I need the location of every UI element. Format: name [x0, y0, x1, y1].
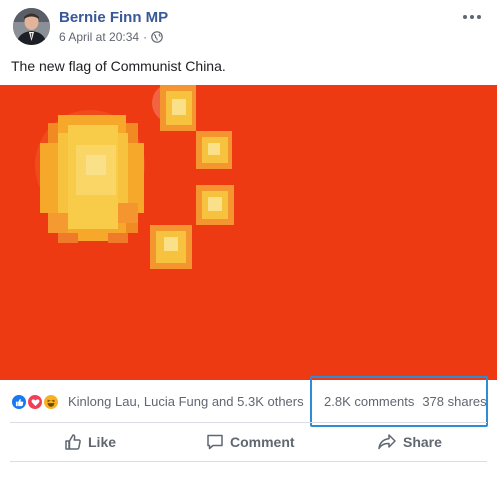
share-label: Share	[403, 434, 442, 450]
thumbs-up-icon	[65, 434, 81, 450]
action-bar: Like Comment Share	[0, 423, 497, 461]
like-label: Like	[88, 434, 117, 450]
facebook-post: Bernie Finn MP 6 April at 20:34 · The ne…	[0, 0, 497, 478]
actions-divider-bottom	[10, 461, 487, 462]
haha-reaction-icon	[42, 393, 60, 411]
globe-icon[interactable]	[151, 31, 163, 43]
more-options-icon[interactable]	[461, 10, 483, 24]
like-button[interactable]: Like	[64, 423, 116, 461]
stats-highlight-box	[310, 376, 488, 427]
author-avatar[interactable]	[13, 8, 50, 45]
reaction-icons[interactable]	[10, 393, 66, 411]
reactors-text[interactable]: Kinlong Lau, Lucia Fung and 5.3K others	[68, 394, 304, 409]
post-image[interactable]	[0, 85, 497, 380]
love-reaction-icon	[26, 393, 44, 411]
comment-label: Comment	[230, 434, 295, 450]
post-meta: 6 April at 20:34 ·	[59, 30, 163, 44]
author-name[interactable]: Bernie Finn MP	[59, 9, 168, 26]
comment-icon	[207, 434, 223, 450]
like-reaction-icon	[10, 393, 28, 411]
post-caption: The new flag of Communist China.	[11, 58, 226, 74]
share-arrow-icon	[378, 434, 396, 450]
meta-separator: ·	[143, 30, 148, 44]
post-timestamp[interactable]: 6 April at 20:34	[59, 30, 139, 44]
comment-button[interactable]: Comment	[206, 423, 295, 461]
share-button[interactable]: Share	[377, 423, 442, 461]
